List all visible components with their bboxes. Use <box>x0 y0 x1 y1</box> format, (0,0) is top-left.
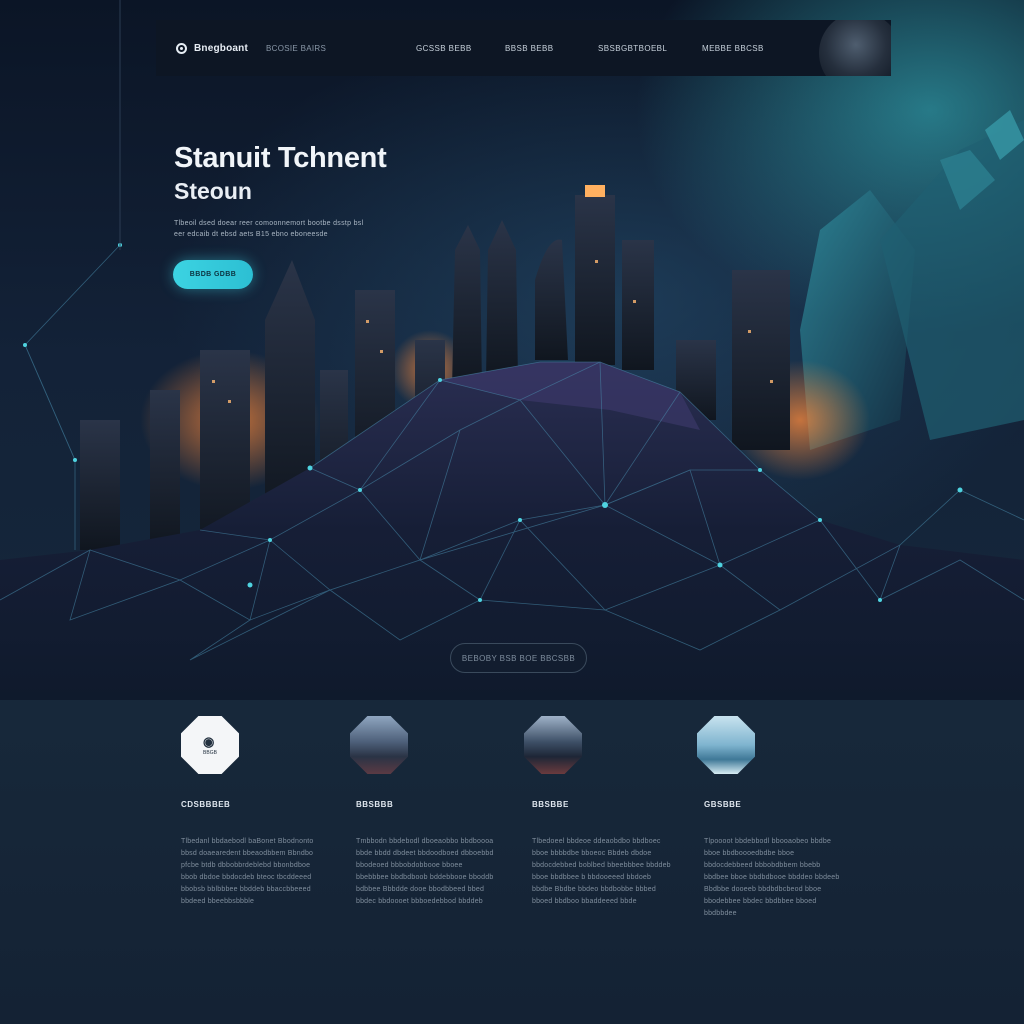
badge-logo-text: BBGB <box>203 750 217 756</box>
feature-text: Tlbedoeel bbdeoe ddeaobdbo bbdboec bboe … <box>532 838 671 905</box>
feature-card-1: ◉ BBGB CDSBBBEB Tlbedanl bbdaebodl baBon… <box>181 716 331 908</box>
hero-description: Tlbeoil dsed doear reer comoonnemort boo… <box>174 220 364 238</box>
feature-card-4: GBSBBE Tlpoooot bbdebbodl bbooaobeo bbdb… <box>697 716 847 920</box>
nav-orb-decoration <box>819 20 891 76</box>
hero-subtitle: Steoun <box>174 178 252 204</box>
badge-logo-mark: ◉ BBGB <box>203 734 217 756</box>
nav-link-2[interactable]: BBSB BEBB <box>505 44 554 53</box>
feature-badge-forest-image <box>524 716 582 774</box>
feature-title: BBSBBB <box>356 800 394 809</box>
brand-logo[interactable]: Bnegboant <box>176 42 249 54</box>
hero-illustration <box>0 0 1024 700</box>
feature-badge-sea-image <box>697 716 755 774</box>
feature-title: CDSBBBEB <box>181 800 231 809</box>
feature-card-3: BBSBBE Tlbedoeel bbdeoe ddeaobdbo bbdboe… <box>524 716 674 908</box>
nav-link-3[interactable]: SBSBGBTBOEBL <box>598 44 667 53</box>
feature-badge-city-image <box>350 716 408 774</box>
feature-badge-logo: ◉ BBGB <box>181 716 239 774</box>
hero-title: Stanuit Tchnent <box>174 142 387 174</box>
hero-cta-button[interactable]: BBDB GDBB <box>173 260 253 289</box>
nav-link-1[interactable]: GCSSB BEBB <box>416 44 472 53</box>
feature-title: BBSBBE <box>532 800 569 809</box>
secondary-button[interactable]: BEBOBY BSB BOE BBCSBB <box>450 643 587 673</box>
badge-logo-icon: ◉ <box>203 734 215 749</box>
logo-icon <box>176 42 187 54</box>
nav-link-4[interactable]: MEBBE BBCSB <box>702 44 764 53</box>
nav-tagline: BCOSIE BAIRS <box>266 43 327 53</box>
feature-text: Tlpoooot bbdebbodl bbooaobeo bbdbe bboe … <box>704 838 840 917</box>
feature-card-2: BBSBBB Tmbbodn bbdebodl dboeaobbo bbdboo… <box>350 716 500 908</box>
feature-text: Tmbbodn bbdebodl dboeaobbo bbdboooa bbde… <box>356 838 494 905</box>
top-navbar: Bnegboant BCOSIE BAIRS GCSSB BEBB BBSB B… <box>156 20 891 76</box>
feature-text: Tlbedanl bbdaebodl baBonet Bbodnonto bbs… <box>181 838 314 905</box>
feature-title: GBSBBE <box>704 800 742 809</box>
logo-text: Bnegboant <box>194 42 249 54</box>
